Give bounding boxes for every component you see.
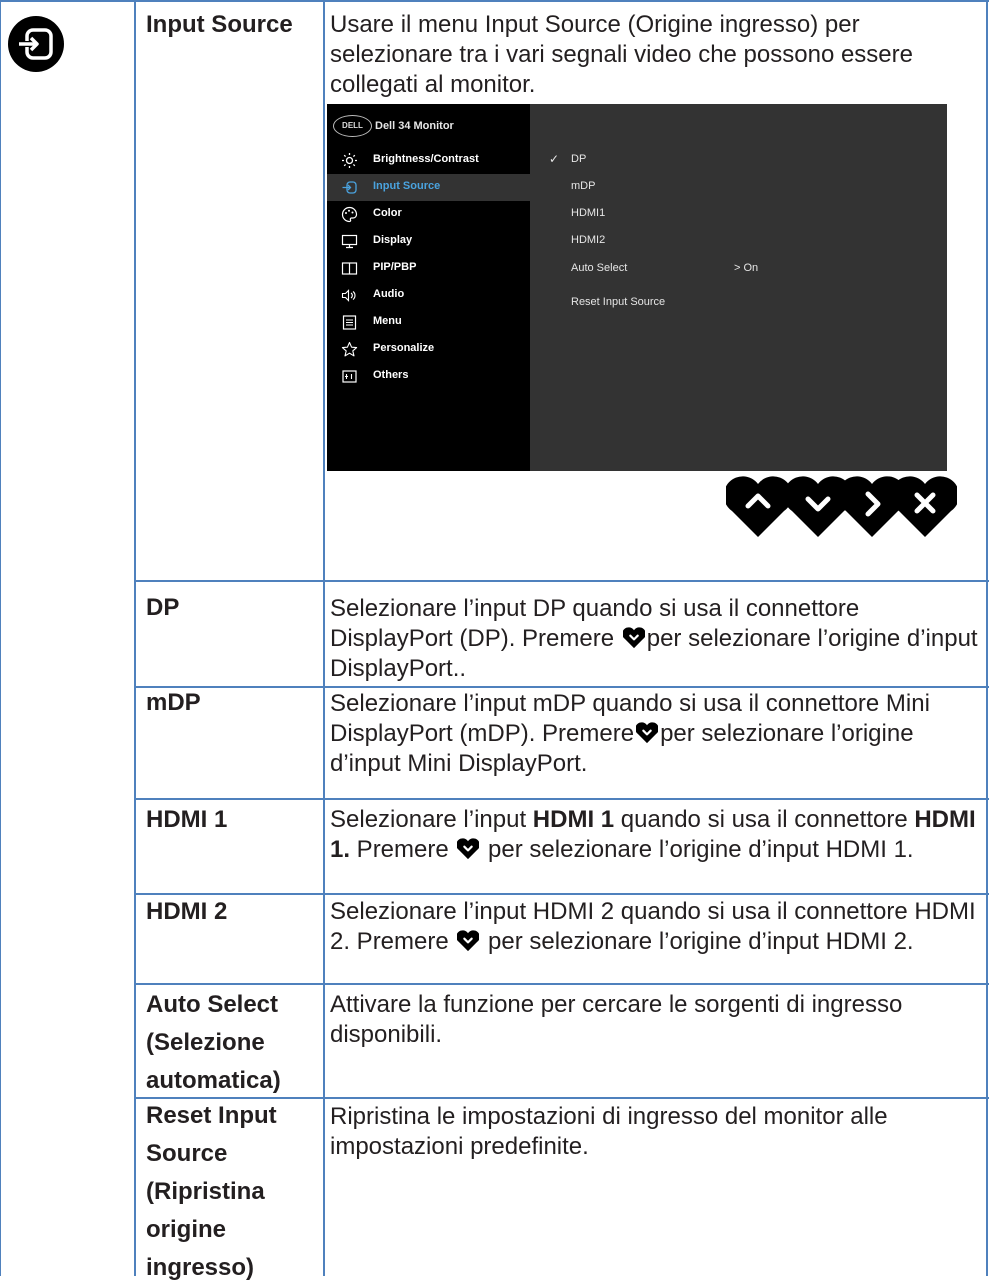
audio-icon	[341, 289, 356, 302]
osd-menu-item-label: Audio	[373, 288, 405, 300]
osd-option-hdmi1[interactable]: HDMI1	[571, 207, 605, 219]
row-description-hdmi2: Selezionare l’input HDMI 2 quando si usa…	[330, 898, 976, 955]
selected-check-icon: ✓	[549, 152, 560, 166]
osd-menu-item-label: Color	[373, 207, 402, 219]
row-divider	[134, 983, 989, 985]
row-description-mdp: Selezionare l’input mDP quando si usa il…	[330, 690, 930, 777]
osd-menu-item-label: Personalize	[373, 342, 435, 354]
osd-sidebar: DELL Dell 34 Monitor Brightness/Contrast…	[327, 104, 530, 471]
osd-menu-item-label: PIP/PBP	[373, 261, 417, 273]
table-col-divider-2	[323, 0, 325, 1276]
osd-title: Dell 34 Monitor	[375, 120, 454, 132]
osd-menu-item-menu[interactable]: Menu	[327, 309, 530, 336]
osd-menu-item-pip-pbp[interactable]: PIP/PBP	[327, 255, 530, 282]
row-divider	[134, 798, 989, 800]
osd-option-hdmi2[interactable]: HDMI2	[571, 234, 605, 246]
osd-menu-item-label: Brightness/Contrast	[373, 153, 479, 165]
others-icon	[342, 370, 357, 383]
osd-menu-item-audio[interactable]: Audio	[327, 282, 530, 309]
row-description-dp: Selezionare l’input DP quando si usa il …	[330, 595, 978, 682]
osd-option-auto-select[interactable]: Auto Select	[571, 262, 627, 274]
table-top-border	[0, 0, 989, 2]
down-button-icon	[623, 627, 645, 649]
row-divider	[134, 893, 989, 895]
osd-menu-item-brightness-contrast[interactable]: Brightness/Contrast	[327, 147, 530, 174]
osd-option-dp[interactable]: DP	[571, 153, 586, 165]
osd-option-reset-input-source[interactable]: Reset Input Source	[571, 296, 665, 308]
row-label-hdmi2: HDMI 2	[146, 898, 228, 925]
table-right-border	[986, 0, 988, 1276]
osd-option-mdp[interactable]: mDP	[571, 180, 595, 192]
row-label-reset-input-source: Reset Input Source (Ripristina origine i…	[146, 1102, 277, 1281]
dell-logo: DELL	[333, 115, 372, 137]
star-icon	[341, 341, 358, 357]
osd-menu-item-label: Input Source	[373, 180, 441, 192]
row-description-auto-select: Attivare la funzione per cercare le sorg…	[330, 991, 903, 1048]
row-label-mdp: mDP	[146, 689, 201, 716]
osd-menu-item-label: Display	[373, 234, 413, 246]
osd-menu-item-label: Others	[373, 369, 409, 381]
down-button-icon	[457, 838, 479, 860]
osd-menu-screenshot: DELL Dell 34 Monitor Brightness/Contrast…	[327, 104, 947, 471]
display-icon	[341, 234, 358, 249]
table-left-border	[0, 0, 1, 1276]
row-label-dp: DP	[146, 594, 180, 621]
table-col-divider-1	[134, 0, 136, 1276]
osd-menu-item-display[interactable]: Display	[327, 228, 530, 255]
row-divider	[134, 580, 989, 582]
row-description-input-source: Usare il menu Input Source (Origine ingr…	[330, 11, 913, 98]
row-divider	[134, 686, 989, 688]
input-source-icon	[342, 181, 357, 194]
pip-pbp-icon	[341, 262, 358, 275]
row-description-hdmi1: Selezionare l’input HDMI 1 quando si usa…	[330, 806, 976, 863]
osd-menu-item-personalize[interactable]: Personalize	[327, 336, 530, 363]
osd-menu-item-label: Menu	[373, 315, 402, 327]
input-source-icon	[8, 16, 64, 72]
auto-select-value: > On	[734, 262, 759, 274]
row-label-input-source: Input Source	[146, 11, 293, 38]
row-description-reset-input-source: Ripristina le impostazioni di ingresso d…	[330, 1103, 888, 1160]
down-button-icon	[457, 930, 479, 952]
osd-menu-item-color[interactable]: Color	[327, 201, 530, 228]
close-icon[interactable]	[893, 475, 957, 539]
osd-menu-item-others[interactable]: Others	[327, 363, 530, 390]
color-icon	[341, 206, 358, 223]
row-label-hdmi1: HDMI 1	[146, 806, 228, 833]
down-button-icon	[636, 722, 658, 744]
menu-icon	[342, 315, 357, 330]
up-icon[interactable]	[726, 475, 790, 539]
osd-menu-item-input-source[interactable]: Input Source	[327, 174, 530, 201]
brightness-icon	[342, 153, 357, 168]
row-label-auto-select: Auto Select (Selezione automatica)	[146, 991, 281, 1094]
